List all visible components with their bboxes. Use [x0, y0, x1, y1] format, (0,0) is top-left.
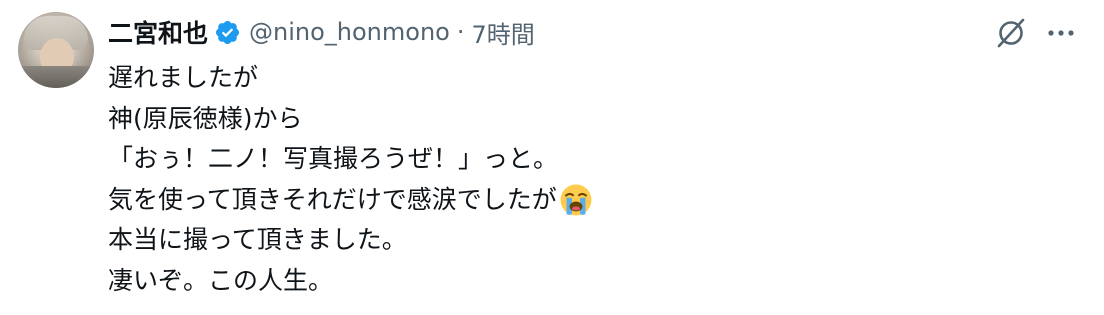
- tweet-text-line: 神(原辰徳様)から: [108, 103, 303, 133]
- grok-icon[interactable]: [994, 16, 1028, 50]
- tweet-text: 遅れましたが 神(原辰徳様)から 「おぅ！二ノ！写真撮ろうぜ！」っと。 気を使っ…: [108, 58, 1068, 301]
- tweet-text-line-with-emoji: 気を使って頂きそれだけで感涙でしたが: [108, 180, 1068, 221]
- separator-dot: ·: [456, 18, 465, 46]
- timestamp[interactable]: 7時間: [472, 15, 535, 50]
- tweet-text-line: 「おぅ！二ノ！写真撮ろうぜ！」っと。: [108, 144, 559, 173]
- avatar-scarf: [18, 66, 94, 88]
- tweet[interactable]: 二宮和也 @nino_honmono · 7時間 遅れましたが 神(原辰徳様)か…: [0, 0, 1104, 315]
- avatar[interactable]: [18, 12, 94, 88]
- verified-badge-icon: [214, 19, 241, 46]
- more-icon[interactable]: [1044, 16, 1078, 50]
- tweet-text-line: 遅れましたが: [108, 63, 259, 92]
- tweet-text-line: 本当に撮って頂きました。: [108, 225, 407, 254]
- tweet-header: 二宮和也 @nino_honmono · 7時間: [108, 14, 535, 50]
- tweet-text-line: 凄いぞ。この人生。: [108, 265, 334, 295]
- loudly-crying-face-emoji: [559, 183, 593, 217]
- tweet-text-segment: 気を使って頂きそれだけで感涙でしたが: [108, 184, 557, 214]
- author-name[interactable]: 二宮和也: [108, 14, 208, 50]
- author-handle[interactable]: @nino_honmono: [249, 18, 450, 46]
